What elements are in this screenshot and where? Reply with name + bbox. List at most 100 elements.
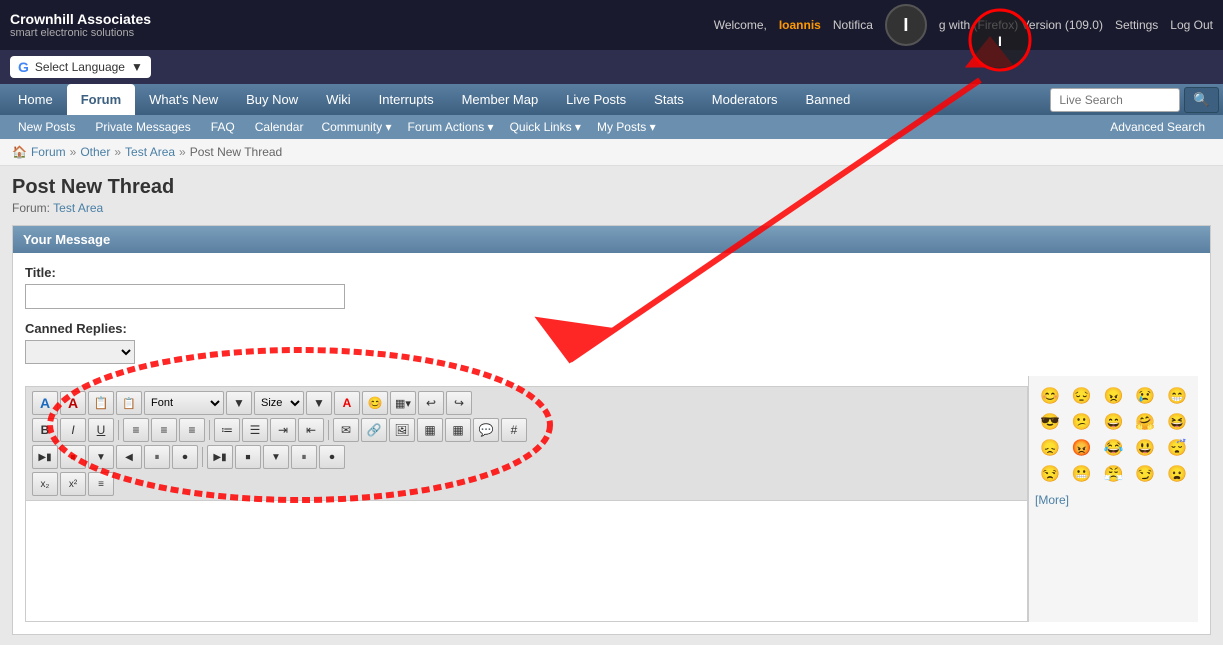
breadcrumb-forum[interactable]: Forum — [31, 145, 66, 159]
breadcrumb-test-area[interactable]: Test Area — [125, 145, 175, 159]
subnav-quick-links-dropdown[interactable]: Quick Links ▾ — [502, 115, 589, 139]
toolbar-btn-r11[interactable]: ⏺ — [319, 445, 345, 469]
smiley-6[interactable]: 😎 — [1035, 410, 1065, 434]
smiley-17[interactable]: 😬 — [1067, 462, 1097, 486]
title-input[interactable] — [25, 284, 345, 309]
toolbar-btn-outdent[interactable]: ⇤ — [298, 418, 324, 442]
subnav-new-posts[interactable]: New Posts — [8, 115, 85, 139]
nav-interrupts[interactable]: Interrupts — [365, 84, 448, 115]
toolbar-btn-u[interactable]: U — [88, 418, 114, 442]
toolbar-btn-quote[interactable]: 💬 — [473, 418, 499, 442]
nav-forum[interactable]: Forum — [67, 84, 135, 115]
smiley-1[interactable]: 😊 — [1035, 384, 1065, 408]
smiley-14[interactable]: 😃 — [1130, 436, 1160, 460]
toolbar-btn-justify[interactable]: ≡ — [88, 472, 114, 496]
toolbar-btn-superscript[interactable]: x² — [60, 472, 86, 496]
smiley-18[interactable]: 😤 — [1099, 462, 1129, 486]
breadcrumb-other[interactable]: Other — [80, 145, 110, 159]
nav-moderators[interactable]: Moderators — [698, 84, 792, 115]
toolbar-btn-strikethrough-a[interactable]: A — [60, 391, 86, 415]
toolbar-btn-r4[interactable]: ◀ — [116, 445, 142, 469]
toolbar-size-dropdown[interactable]: ▼ — [306, 391, 332, 415]
subnav-faq[interactable]: FAQ — [201, 115, 245, 139]
toolbar-btn-email[interactable]: ✉ — [333, 418, 359, 442]
smiley-13[interactable]: 😂 — [1099, 436, 1129, 460]
smiley-20[interactable]: 😦 — [1162, 462, 1192, 486]
nav-buy-now[interactable]: Buy Now — [232, 84, 312, 115]
toolbar-row-2: B I U ≡ ≡ ≡ ≔ ☰ ⇥ ⇤ — [32, 418, 1021, 442]
toolbar-btn-paste[interactable]: 📋 — [116, 391, 142, 415]
toolbar-btn-b[interactable]: B — [32, 418, 58, 442]
toolbar-btn-r8[interactable]: ⏹ — [235, 445, 261, 469]
toolbar-btn-table[interactable]: ▦▾ — [390, 391, 416, 415]
toolbar-btn-link[interactable]: 🔗 — [361, 418, 387, 442]
toolbar-btn-emoji[interactable]: 😊 — [362, 391, 388, 415]
smiley-11[interactable]: 😞 — [1035, 436, 1065, 460]
toolbar-font-select[interactable]: Font — [144, 391, 224, 415]
toolbar-btn-r6[interactable]: ⏺ — [172, 445, 198, 469]
toolbar-btn-unordered-list[interactable]: ☰ — [242, 418, 268, 442]
smiley-19[interactable]: 😏 — [1130, 462, 1160, 486]
smiley-5[interactable]: 😁 — [1162, 384, 1192, 408]
toolbar-btn-undo[interactable]: ↩ — [418, 391, 444, 415]
toolbar-btn-align-right[interactable]: ≡ — [179, 418, 205, 442]
toolbar-btn-r3[interactable]: ▼ — [88, 445, 114, 469]
forum-name-link[interactable]: Test Area — [53, 201, 103, 215]
smiley-2[interactable]: 😔 — [1067, 384, 1097, 408]
subnav-community-dropdown[interactable]: Community ▾ — [313, 115, 399, 139]
subnav-my-posts-dropdown[interactable]: My Posts ▾ — [589, 115, 664, 139]
more-smileys-link[interactable]: [More] — [1035, 493, 1069, 507]
smiley-7[interactable]: 😕 — [1067, 410, 1097, 434]
toolbar-btn-redo[interactable]: ↪ — [446, 391, 472, 415]
smiley-8[interactable]: 😄 — [1099, 410, 1129, 434]
smiley-12[interactable]: 😡 — [1067, 436, 1097, 460]
toolbar-btn-ordered-list[interactable]: ≔ — [214, 418, 240, 442]
toolbar-btn-r2[interactable]: ⏹ — [60, 445, 86, 469]
subnav-calendar[interactable]: Calendar — [245, 115, 314, 139]
toolbar-font-dropdown[interactable]: ▼ — [226, 391, 252, 415]
toolbar-btn-align-center[interactable]: ≡ — [151, 418, 177, 442]
toolbar-btn-bold-a[interactable]: A — [32, 391, 58, 415]
search-input[interactable] — [1050, 88, 1180, 112]
logout-link[interactable]: Log Out — [1170, 18, 1213, 32]
subnav-private-messages[interactable]: Private Messages — [85, 115, 200, 139]
toolbar-btn-copy[interactable]: 📋 — [88, 391, 114, 415]
toolbar-btn-hash[interactable]: # — [501, 418, 527, 442]
breadcrumb-sep-1: » — [70, 145, 77, 159]
smiley-4[interactable]: 😢 — [1130, 384, 1160, 408]
nav-home[interactable]: Home — [4, 84, 67, 115]
toolbar-btn-r7[interactable]: ▶▮ — [207, 445, 233, 469]
smiley-3[interactable]: 😠 — [1099, 384, 1129, 408]
smiley-9[interactable]: 🤗 — [1130, 410, 1160, 434]
nav-whats-new[interactable]: What's New — [135, 84, 232, 115]
toolbar-btn-indent[interactable]: ⇥ — [270, 418, 296, 442]
toolbar-btn-i[interactable]: I — [60, 418, 86, 442]
canned-replies-select[interactable] — [25, 340, 135, 364]
nav-wiki[interactable]: Wiki — [312, 84, 365, 115]
nav-stats[interactable]: Stats — [640, 84, 698, 115]
toolbar-size-select[interactable]: Size — [254, 391, 304, 415]
search-button[interactable]: 🔍 — [1184, 87, 1219, 113]
smiley-15[interactable]: 😴 — [1162, 436, 1192, 460]
settings-link[interactable]: Settings — [1115, 18, 1158, 32]
nav-banned[interactable]: Banned — [792, 84, 865, 115]
google-translate-widget[interactable]: G Select Language ▼ — [10, 56, 151, 78]
subnav-forum-actions-dropdown[interactable]: Forum Actions ▾ — [400, 115, 502, 139]
toolbar-btn-color[interactable]: A — [334, 391, 360, 415]
toolbar-btn-r10[interactable]: ⏸ — [291, 445, 317, 469]
advanced-search-link[interactable]: Advanced Search — [1100, 115, 1215, 139]
toolbar-btn-align-left[interactable]: ≡ — [123, 418, 149, 442]
toolbar-btn-image[interactable]: 🖼 — [389, 418, 415, 442]
toolbar-btn-table2[interactable]: ▦ — [417, 418, 443, 442]
toolbar-btn-subscript[interactable]: x₂ — [32, 472, 58, 496]
smiley-10[interactable]: 😆 — [1162, 410, 1192, 434]
toolbar-btn-r1[interactable]: ▶▮ — [32, 445, 58, 469]
toolbar-btn-r5[interactable]: ⏸ — [144, 445, 170, 469]
editor-content[interactable] — [26, 501, 1027, 621]
sub-nav: New Posts Private Messages FAQ Calendar … — [0, 115, 1223, 139]
smiley-16[interactable]: 😒 — [1035, 462, 1065, 486]
toolbar-btn-r9[interactable]: ▼ — [263, 445, 289, 469]
toolbar-btn-table3[interactable]: ▦ — [445, 418, 471, 442]
nav-member-map[interactable]: Member Map — [448, 84, 553, 115]
nav-live-posts[interactable]: Live Posts — [552, 84, 640, 115]
